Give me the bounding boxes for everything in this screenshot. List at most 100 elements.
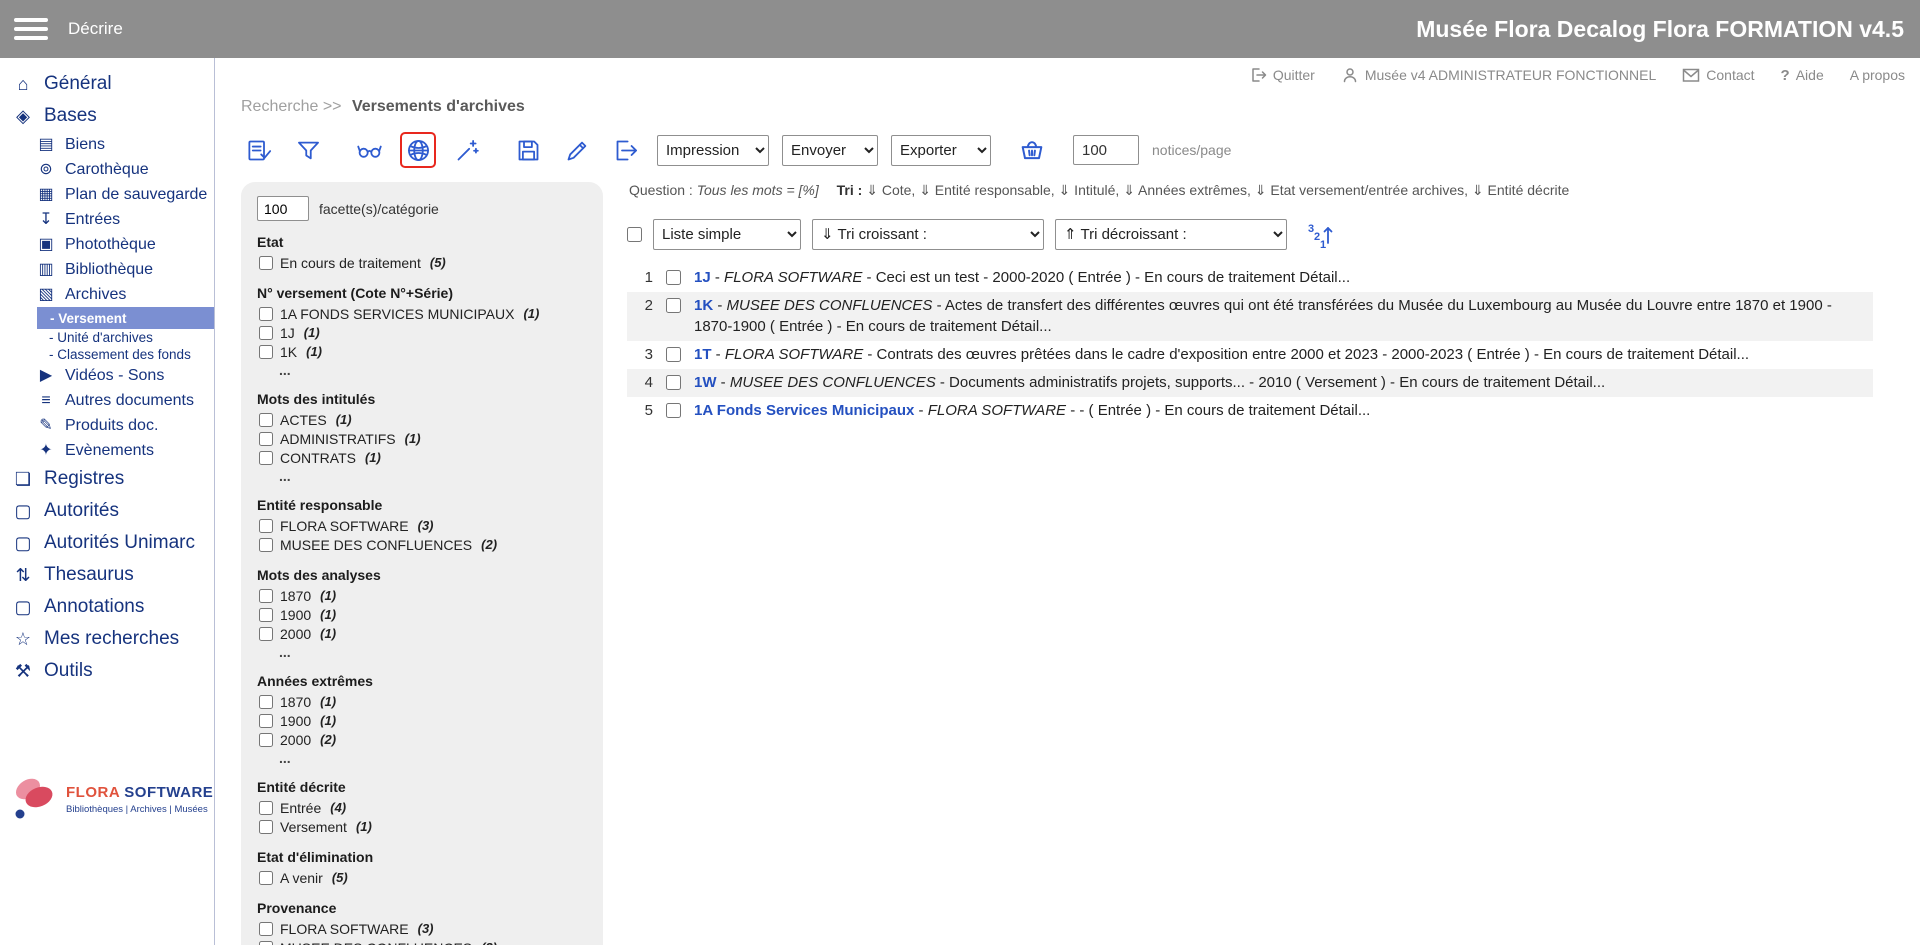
facet-checkbox[interactable] — [259, 326, 273, 340]
save-button[interactable] — [510, 132, 546, 168]
sidebar-item-autres-documents[interactable]: ≡Autres documents — [0, 388, 214, 413]
facet-item-musee-des-confluences[interactable]: MUSEE DES CONFLUENCES(2) — [257, 535, 587, 554]
sort-ascending-select[interactable]: ⇓ Tri croissant : — [812, 219, 1044, 250]
facet-item-1870[interactable]: 1870(1) — [257, 586, 587, 605]
apropos-link[interactable]: A propos — [1850, 67, 1905, 83]
facet-item-entree[interactable]: Entrée(4) — [257, 798, 587, 817]
facet-item-1a-fonds-services-municipaux[interactable]: 1A FONDS SERVICES MUNICIPAUX(1) — [257, 304, 587, 323]
facet-checkbox[interactable] — [259, 922, 273, 936]
sidebar-item-entrees[interactable]: ↧Entrées — [0, 207, 214, 232]
sidebar-item-evenements[interactable]: ✦Evènements — [0, 438, 214, 463]
facet-item-musee-des-confluences[interactable]: MUSEE DES CONFLUENCES(2) — [257, 938, 587, 945]
facet-checkbox[interactable] — [259, 820, 273, 834]
facet-item-1870[interactable]: 1870(1) — [257, 692, 587, 711]
sidebar-item-bases[interactable]: ◈Bases — [0, 100, 214, 132]
facet-checkbox[interactable] — [259, 256, 273, 270]
sidebar-item-autorites[interactable]: ▢Autorités — [0, 495, 214, 527]
edit-button[interactable] — [559, 132, 595, 168]
facet-more-link[interactable]: ... — [257, 644, 587, 660]
sidebar-item-plan-de-sauvegarde[interactable]: ▦Plan de sauvegarde — [0, 182, 214, 207]
notices-per-page-input[interactable] — [1073, 135, 1139, 165]
sort-descending-select[interactable]: ⇑ Tri décroissant : — [1055, 219, 1287, 250]
list-type-select[interactable]: Liste simple — [653, 219, 801, 250]
sort-order-icon[interactable]: 3 2 1 — [1306, 221, 1334, 249]
facet-item-flora-software[interactable]: FLORA SOFTWARE(3) — [257, 516, 587, 535]
facet-checkbox[interactable] — [259, 801, 273, 815]
sidebar-item-general[interactable]: ⌂Général — [0, 68, 214, 100]
facet-checkbox[interactable] — [259, 589, 273, 603]
sidebar-item-autorites-unimarc[interactable]: ▢Autorités Unimarc — [0, 527, 214, 559]
contact-link[interactable]: Contact — [1682, 67, 1754, 83]
filter-button[interactable] — [290, 132, 326, 168]
quitter-link[interactable]: Quitter — [1249, 66, 1315, 84]
facet-checkbox[interactable] — [259, 413, 273, 427]
record-link[interactable]: 1K — [694, 297, 713, 314]
facet-checkbox[interactable] — [259, 451, 273, 465]
basket-button[interactable] — [1014, 132, 1050, 168]
export-records-button[interactable] — [608, 132, 644, 168]
sidebar-item-produits-doc[interactable]: ✎Produits doc. — [0, 413, 214, 438]
record-link[interactable]: 1T — [694, 346, 712, 363]
result-detail-link[interactable]: Détail... — [1319, 402, 1370, 419]
user-account[interactable]: Musée v4 ADMINISTRATEUR FONCTIONNEL — [1341, 66, 1656, 84]
sidebar-item-registres[interactable]: ❏Registres — [0, 463, 214, 495]
sidebar-item-archives[interactable]: ▧Archives — [0, 282, 214, 307]
result-detail-link[interactable]: Détail... — [1001, 318, 1052, 335]
result-checkbox[interactable] — [666, 403, 681, 418]
sidebar-item-classement-des-fonds[interactable]: - Classement des fonds — [0, 346, 214, 363]
facet-checkbox[interactable] — [259, 519, 273, 533]
facet-item-1k[interactable]: 1K(1) — [257, 342, 587, 361]
sidebar-item-bibliotheque[interactable]: ▥Bibliothèque — [0, 257, 214, 282]
exporter-select[interactable]: Exporter — [891, 135, 991, 166]
sidebar-item-annotations[interactable]: ▢Annotations — [0, 591, 214, 623]
facet-more-link[interactable]: ... — [257, 468, 587, 484]
facet-checkbox[interactable] — [259, 714, 273, 728]
facet-item-2000[interactable]: 2000(2) — [257, 730, 587, 749]
wand-button[interactable] — [449, 132, 485, 168]
facet-checkbox[interactable] — [259, 432, 273, 446]
facet-item-en-cours-de-traitement[interactable]: En cours de traitement(5) — [257, 253, 587, 272]
sidebar-item-thesaurus[interactable]: ⇅Thesaurus — [0, 559, 214, 591]
facet-item-1900[interactable]: 1900(1) — [257, 711, 587, 730]
result-checkbox[interactable] — [666, 375, 681, 390]
facet-checkbox[interactable] — [259, 695, 273, 709]
display-settings-button[interactable] — [241, 132, 277, 168]
sidebar-item-biens[interactable]: ▤Biens — [0, 132, 214, 157]
globe-button[interactable] — [400, 132, 436, 168]
facet-count-input[interactable] — [257, 196, 309, 221]
envoyer-select[interactable]: Envoyer — [782, 135, 878, 166]
facet-item-1900[interactable]: 1900(1) — [257, 605, 587, 624]
facet-item-2000[interactable]: 2000(1) — [257, 624, 587, 643]
menu-icon[interactable] — [14, 18, 48, 40]
facet-checkbox[interactable] — [259, 733, 273, 747]
facet-more-link[interactable]: ... — [257, 362, 587, 378]
select-all-checkbox[interactable] — [627, 227, 642, 242]
sidebar-item-phototheque[interactable]: ▣Photothèque — [0, 232, 214, 257]
sidebar-item-videos-sons[interactable]: ▶Vidéos - Sons — [0, 363, 214, 388]
record-link[interactable]: 1W — [694, 374, 717, 391]
sidebar-item-carotheque[interactable]: ⊚Carothèque — [0, 157, 214, 182]
facet-checkbox[interactable] — [259, 307, 273, 321]
result-detail-link[interactable]: Détail... — [1698, 346, 1749, 363]
facet-checkbox[interactable] — [259, 608, 273, 622]
sidebar-item-mes-recherches[interactable]: ☆Mes recherches — [0, 623, 214, 655]
record-link[interactable]: 1J — [694, 269, 711, 286]
result-checkbox[interactable] — [666, 270, 681, 285]
result-checkbox[interactable] — [666, 298, 681, 313]
facet-checkbox[interactable] — [259, 538, 273, 552]
record-link[interactable]: 1A Fonds Services Municipaux — [694, 402, 914, 419]
aide-link[interactable]: ? Aide — [1781, 67, 1824, 84]
result-detail-link[interactable]: Détail... — [1554, 374, 1605, 391]
result-checkbox[interactable] — [666, 347, 681, 362]
glasses-button[interactable] — [351, 132, 387, 168]
facet-item-administratifs[interactable]: ADMINISTRATIFS(1) — [257, 429, 587, 448]
facet-more-link[interactable]: ... — [257, 750, 587, 766]
facet-item-a-venir[interactable]: A venir(5) — [257, 868, 587, 887]
facet-item-1j[interactable]: 1J(1) — [257, 323, 587, 342]
facet-checkbox[interactable] — [259, 345, 273, 359]
facet-item-versement[interactable]: Versement(1) — [257, 817, 587, 836]
impression-select[interactable]: Impression — [657, 135, 769, 166]
sidebar-item-versement[interactable]: - Versement — [37, 307, 214, 329]
facet-checkbox[interactable] — [259, 871, 273, 885]
facet-item-contrats[interactable]: CONTRATS(1) — [257, 448, 587, 467]
